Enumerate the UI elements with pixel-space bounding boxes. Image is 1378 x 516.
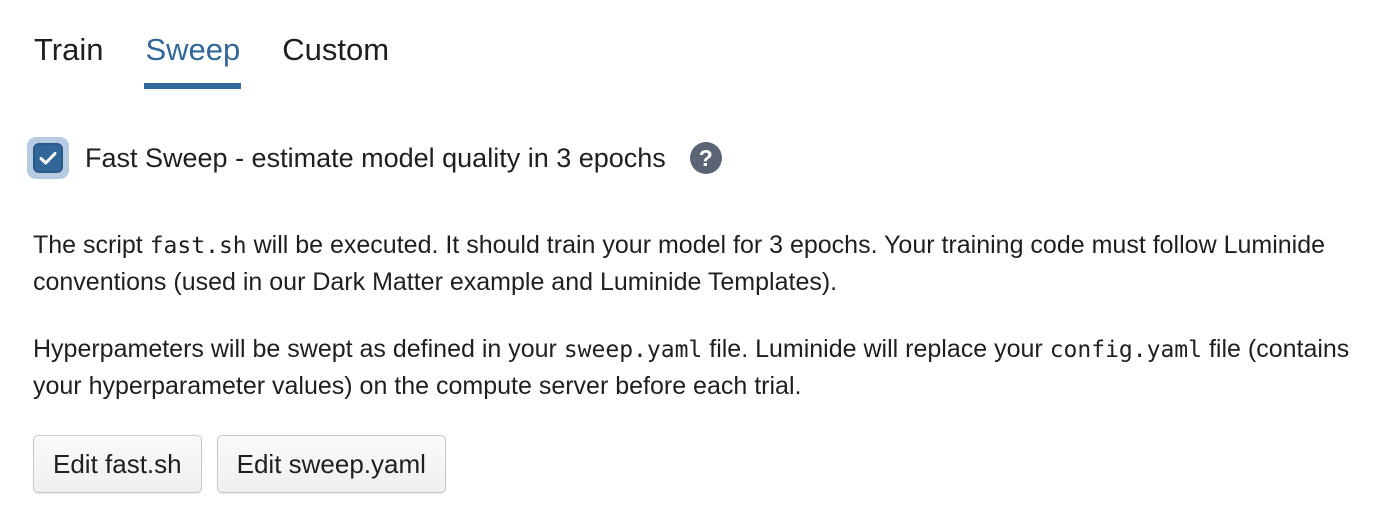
description-text: Hyperpameters will be swept as defined i… [33, 335, 564, 363]
sweep-yaml-code: sweep.yaml [563, 337, 703, 363]
config-yaml-code: config.yaml [1049, 337, 1203, 363]
tab-custom[interactable]: Custom [281, 24, 390, 90]
edit-sweep-yaml-button[interactable]: Edit sweep.yaml [216, 435, 446, 493]
description-text: The script [33, 231, 150, 259]
hyperparameter-description: Hyperpameters will be swept as defined i… [33, 331, 1353, 404]
tab-sweep[interactable]: Sweep [144, 24, 242, 90]
tab-bar: Train Sweep Custom [33, 24, 430, 90]
edit-fast-sh-button[interactable]: Edit fast.sh [33, 435, 202, 493]
fast-sh-code: fast.sh [149, 233, 247, 259]
checkbox-box [33, 143, 63, 173]
script-description: The script fast.sh will be executed. It … [33, 227, 1353, 300]
fast-sweep-option: Fast Sweep - estimate model quality in 3… [27, 136, 722, 180]
fast-sweep-label[interactable]: Fast Sweep - estimate model quality in 3… [85, 143, 666, 174]
description-text: file. Luminide will replace your [702, 335, 1050, 363]
fast-sweep-checkbox[interactable] [27, 137, 69, 179]
action-buttons: Edit fast.sh Edit sweep.yaml [33, 435, 446, 493]
question-circle-icon[interactable]: ? [689, 142, 722, 174]
checkmark-icon [39, 152, 57, 165]
tab-train[interactable]: Train [33, 24, 104, 90]
